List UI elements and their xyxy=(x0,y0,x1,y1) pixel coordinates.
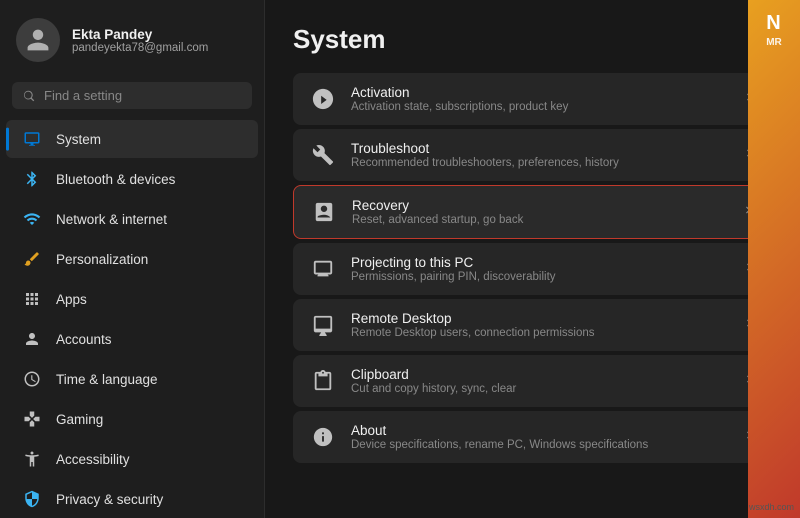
clipboard-title: Clipboard xyxy=(351,367,728,382)
settings-item-remote-desktop[interactable]: Remote Desktop Remote Desktop users, con… xyxy=(293,299,772,351)
sidebar-label-gaming: Gaming xyxy=(56,412,103,427)
sidebar-item-gaming[interactable]: Gaming xyxy=(6,400,258,438)
clipboard-text: Clipboard Cut and copy history, sync, cl… xyxy=(351,367,728,395)
user-email: pandeyekta78@gmail.com xyxy=(72,42,208,54)
troubleshoot-title: Troubleshoot xyxy=(351,141,728,156)
avatar xyxy=(16,18,60,62)
settings-item-recovery[interactable]: Recovery Reset, advanced startup, go bac… xyxy=(293,185,772,239)
sidebar-item-time[interactable]: Time & language xyxy=(6,360,258,398)
activation-icon xyxy=(309,85,337,113)
notif-badge-text: N xyxy=(766,12,781,35)
main-content: System Activation Activation state, subs… xyxy=(265,0,800,518)
sidebar-item-personalization[interactable]: Personalization xyxy=(6,240,258,278)
recovery-text: Recovery Reset, advanced startup, go bac… xyxy=(352,198,727,226)
settings-item-projecting[interactable]: Projecting to this PC Permissions, pairi… xyxy=(293,243,772,295)
search-box[interactable] xyxy=(12,82,252,109)
remote-desktop-desc: Remote Desktop users, connection permiss… xyxy=(351,327,728,339)
about-text: About Device specifications, rename PC, … xyxy=(351,423,728,451)
projecting-text: Projecting to this PC Permissions, pairi… xyxy=(351,255,728,283)
search-input[interactable] xyxy=(44,88,242,103)
search-icon xyxy=(22,89,36,103)
sidebar-item-system[interactable]: System xyxy=(6,120,258,158)
user-profile[interactable]: Ekta Pandey pandeyekta78@gmail.com xyxy=(0,0,264,76)
user-name: Ekta Pandey xyxy=(72,27,208,42)
recovery-icon xyxy=(310,198,338,226)
clock-icon xyxy=(22,369,42,389)
monitor-icon xyxy=(22,129,42,149)
shield-icon xyxy=(22,489,42,509)
recovery-desc: Reset, advanced startup, go back xyxy=(352,214,727,226)
settings-item-troubleshoot[interactable]: Troubleshoot Recommended troubleshooters… xyxy=(293,129,772,181)
about-title: About xyxy=(351,423,728,438)
troubleshoot-icon xyxy=(309,141,337,169)
nav-items: System Bluetooth & devices Network & int… xyxy=(0,119,264,518)
sidebar-label-system: System xyxy=(56,132,101,147)
sidebar-item-accessibility[interactable]: Accessibility xyxy=(6,440,258,478)
activation-desc: Activation state, subscriptions, product… xyxy=(351,101,728,113)
notif-badge-sub: MR xyxy=(766,37,782,48)
sidebar-item-apps[interactable]: Apps xyxy=(6,280,258,318)
sidebar-label-network: Network & internet xyxy=(56,212,167,227)
settings-item-about[interactable]: About Device specifications, rename PC, … xyxy=(293,411,772,463)
clipboard-desc: Cut and copy history, sync, clear xyxy=(351,383,728,395)
page-title: System xyxy=(293,24,772,55)
sidebar-label-bluetooth: Bluetooth & devices xyxy=(56,172,175,187)
projecting-desc: Permissions, pairing PIN, discoverabilit… xyxy=(351,271,728,283)
sidebar-label-privacy: Privacy & security xyxy=(56,492,163,507)
sidebar-item-network[interactable]: Network & internet xyxy=(6,200,258,238)
notification-badge: N MR xyxy=(748,0,800,518)
remote-desktop-title: Remote Desktop xyxy=(351,311,728,326)
person-icon xyxy=(22,329,42,349)
sidebar-item-bluetooth[interactable]: Bluetooth & devices xyxy=(6,160,258,198)
remote-desktop-icon xyxy=(309,311,337,339)
gaming-icon xyxy=(22,409,42,429)
activation-text: Activation Activation state, subscriptio… xyxy=(351,85,728,113)
watermark: wsxdh.com xyxy=(749,502,794,512)
sidebar-item-privacy[interactable]: Privacy & security xyxy=(6,480,258,518)
network-icon xyxy=(22,209,42,229)
about-desc: Device specifications, rename PC, Window… xyxy=(351,439,728,451)
activation-title: Activation xyxy=(351,85,728,100)
about-icon xyxy=(309,423,337,451)
remote-desktop-text: Remote Desktop Remote Desktop users, con… xyxy=(351,311,728,339)
troubleshoot-text: Troubleshoot Recommended troubleshooters… xyxy=(351,141,728,169)
settings-list: Activation Activation state, subscriptio… xyxy=(293,73,772,463)
sidebar-label-time: Time & language xyxy=(56,372,158,387)
sidebar-label-apps: Apps xyxy=(56,292,87,307)
apps-icon xyxy=(22,289,42,309)
troubleshoot-desc: Recommended troubleshooters, preferences… xyxy=(351,157,728,169)
settings-item-clipboard[interactable]: Clipboard Cut and copy history, sync, cl… xyxy=(293,355,772,407)
clipboard-icon xyxy=(309,367,337,395)
projecting-title: Projecting to this PC xyxy=(351,255,728,270)
recovery-title: Recovery xyxy=(352,198,727,213)
brush-icon xyxy=(22,249,42,269)
projecting-icon xyxy=(309,255,337,283)
sidebar-label-accessibility: Accessibility xyxy=(56,452,130,467)
sidebar-label-personalization: Personalization xyxy=(56,252,148,267)
accessibility-icon xyxy=(22,449,42,469)
sidebar-item-accounts[interactable]: Accounts xyxy=(6,320,258,358)
bluetooth-icon xyxy=(22,169,42,189)
user-info: Ekta Pandey pandeyekta78@gmail.com xyxy=(72,27,208,54)
sidebar-label-accounts: Accounts xyxy=(56,332,112,347)
settings-item-activation[interactable]: Activation Activation state, subscriptio… xyxy=(293,73,772,125)
sidebar: Ekta Pandey pandeyekta78@gmail.com Syste… xyxy=(0,0,265,518)
